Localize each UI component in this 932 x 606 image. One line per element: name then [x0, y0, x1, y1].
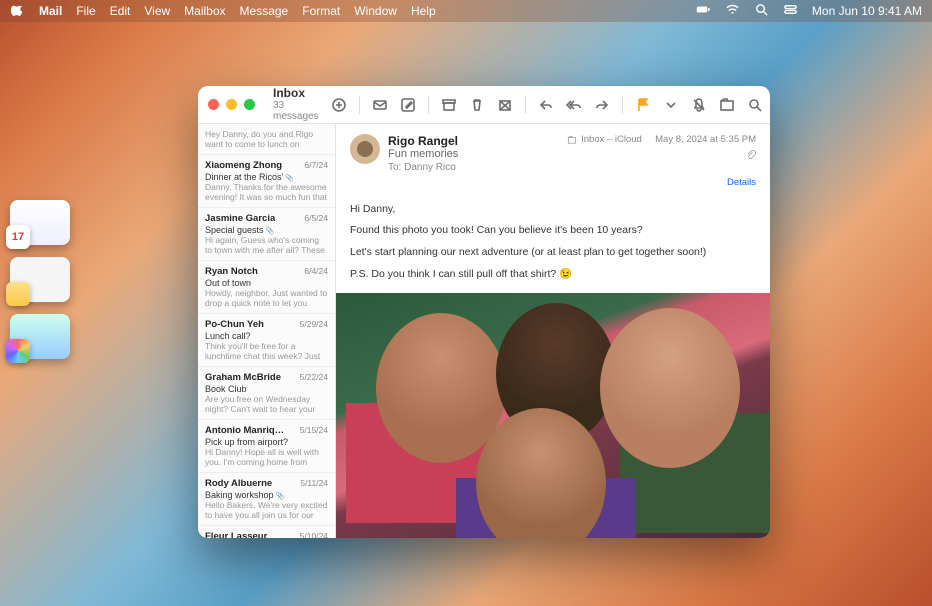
list-item[interactable]: Xiaomeng Zhong6/7/24 Dinner at the Ricos… — [198, 155, 335, 208]
menu-file[interactable]: File — [76, 4, 95, 18]
close-button[interactable] — [208, 99, 219, 110]
menu-view[interactable]: View — [144, 4, 170, 18]
list-item[interactable]: Jasmine Garcia6/5/24 Special guests Hi a… — [198, 208, 335, 261]
message-content: Rigo Rangel Fun memories To: Danny Rico … — [336, 124, 770, 538]
inbox-name: Inbox — [273, 87, 319, 100]
stage-app-notes[interactable] — [10, 257, 70, 302]
list-item[interactable]: Hey Danny, do you and Rigo want to come … — [198, 124, 335, 155]
search-button[interactable] — [743, 93, 767, 117]
details-link[interactable]: Details — [567, 177, 756, 188]
photos-icon — [6, 339, 30, 363]
body-area: Hey Danny, do you and Rigo want to come … — [198, 124, 770, 538]
menu-help[interactable]: Help — [411, 4, 436, 18]
attached-photo[interactable] — [336, 293, 770, 539]
to-line: To: Danny Rico — [388, 162, 559, 173]
body-line: P.S. Do you think I can still pull off t… — [350, 267, 756, 283]
separator — [525, 96, 526, 114]
spotlight-icon[interactable] — [754, 2, 769, 20]
menubar: Mail File Edit View Mailbox Message Form… — [0, 0, 932, 22]
menu-message[interactable]: Message — [240, 4, 289, 18]
inbox-count: 33 messages — [273, 100, 319, 122]
move-button[interactable] — [715, 93, 739, 117]
wifi-icon[interactable] — [725, 2, 740, 20]
menubar-right: Mon Jun 10 9:41 AM — [696, 2, 922, 20]
separator — [359, 96, 360, 114]
clock[interactable]: Mon Jun 10 9:41 AM — [812, 4, 922, 18]
notes-icon — [6, 282, 30, 306]
message-body: Hi Danny, Found this photo you took! Can… — [336, 196, 770, 289]
minimize-button[interactable] — [226, 99, 237, 110]
list-item[interactable]: Ryan Notch6/4/24 Out of town Howdy, neig… — [198, 261, 335, 314]
apple-menu-icon[interactable] — [10, 2, 25, 20]
flag-menu-button[interactable] — [659, 93, 683, 117]
reply-button[interactable] — [534, 93, 558, 117]
delete-button[interactable] — [465, 93, 489, 117]
list-item[interactable]: Fleur Lasseur5/10/24 Soccer jerseys Are … — [198, 526, 335, 538]
separator — [622, 96, 623, 114]
attachment-icon — [746, 150, 756, 160]
mailbox-location: Inbox – iCloud — [581, 134, 642, 145]
window-controls — [208, 99, 255, 110]
app-name[interactable]: Mail — [39, 4, 62, 18]
separator — [428, 96, 429, 114]
maximize-button[interactable] — [244, 99, 255, 110]
filter-button[interactable] — [327, 93, 351, 117]
menu-window[interactable]: Window — [354, 4, 397, 18]
stage-manager-strip: 17 — [10, 200, 70, 359]
list-item[interactable]: Po-Chun Yeh5/29/24 Lunch call? Think you… — [198, 314, 335, 367]
calendar-icon: 17 — [6, 225, 30, 249]
body-line: Let's start planning our next adventure … — [350, 245, 756, 261]
stage-app-calendar[interactable]: 17 — [10, 200, 70, 245]
forward-button[interactable] — [590, 93, 614, 117]
list-item[interactable]: Rody Albuerne5/11/24 Baking workshop Hel… — [198, 473, 335, 526]
stage-app-photos[interactable] — [10, 314, 70, 359]
toolbar — [327, 93, 767, 117]
menu-edit[interactable]: Edit — [110, 4, 131, 18]
titlebar: Inbox 33 messages — [198, 86, 770, 124]
message-header: Rigo Rangel Fun memories To: Danny Rico … — [336, 124, 770, 196]
archive-button[interactable] — [437, 93, 461, 117]
menu-mailbox[interactable]: Mailbox — [184, 4, 225, 18]
list-item[interactable]: Antonio Manriquez5/15/24 Pick up from ai… — [198, 420, 335, 473]
flag-button[interactable] — [631, 93, 655, 117]
body-line: Found this photo you took! Can you belie… — [350, 223, 756, 239]
battery-icon[interactable] — [696, 2, 711, 20]
message-meta: Inbox – iCloud May 8, 2024 at 5:35 PM De… — [567, 134, 756, 188]
new-mail-button[interactable] — [368, 93, 392, 117]
reply-all-button[interactable] — [562, 93, 586, 117]
message-list[interactable]: Hey Danny, do you and Rigo want to come … — [198, 124, 336, 538]
mute-button[interactable] — [687, 93, 711, 117]
compose-button[interactable] — [396, 93, 420, 117]
avatar — [350, 134, 380, 164]
junk-button[interactable] — [493, 93, 517, 117]
control-center-icon[interactable] — [783, 2, 798, 20]
sender-name: Rigo Rangel — [388, 134, 559, 148]
inbox-title: Inbox 33 messages — [273, 87, 319, 122]
menubar-left: Mail File Edit View Mailbox Message Form… — [10, 2, 436, 20]
message-date: May 8, 2024 at 5:35 PM — [655, 134, 756, 145]
mail-window: Inbox 33 messages He — [198, 86, 770, 538]
menu-format[interactable]: Format — [302, 4, 340, 18]
body-line: Hi Danny, — [350, 202, 756, 218]
message-subject: Fun memories — [388, 148, 559, 160]
list-item[interactable]: Graham McBride5/22/24 Book Club Are you … — [198, 367, 335, 420]
